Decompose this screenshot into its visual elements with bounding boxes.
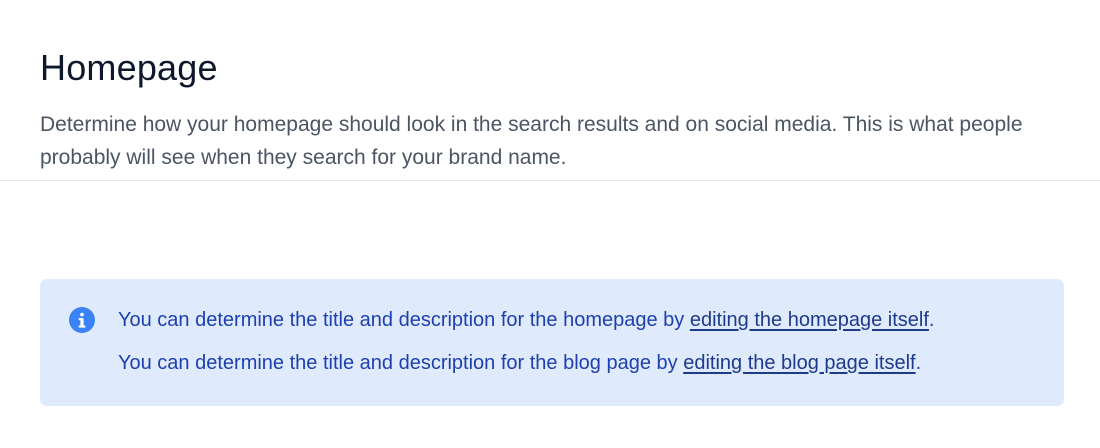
alert-text: You can determine the title and descript… [118, 352, 684, 374]
info-icon [69, 307, 95, 333]
edit-homepage-link[interactable]: editing the homepage itself [690, 309, 929, 331]
alert-text-suffix: . [915, 352, 922, 374]
alert-line-homepage: You can determine the title and descript… [118, 306, 934, 335]
alert-text-suffix: . [928, 309, 935, 331]
info-alert: You can determine the title and descript… [40, 279, 1064, 406]
page-header: Homepage Determine how your homepage sho… [0, 0, 1100, 181]
alert-body: You can determine the title and descript… [118, 306, 934, 378]
page-description: Determine how your homepage should look … [40, 113, 1023, 169]
edit-blog-page-link[interactable]: editing the blog page itself [683, 352, 915, 374]
alert-line-blog: You can determine the title and descript… [118, 349, 934, 378]
alert-text: You can determine the title and descript… [118, 309, 690, 331]
page-title: Homepage [40, 47, 218, 88]
